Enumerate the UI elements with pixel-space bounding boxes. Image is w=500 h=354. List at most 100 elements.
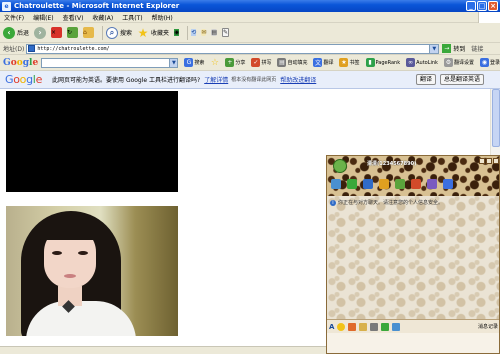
image-icon[interactable]: [370, 322, 379, 331]
message-log-button[interactable]: 消息记录: [478, 323, 498, 330]
google-toolbar-spell[interactable]: ✓ 拼写: [251, 58, 271, 67]
toolbar-divider: [102, 25, 104, 40]
back-label: 后退: [17, 30, 30, 37]
google-item-label: PageRank: [375, 59, 401, 66]
system-message: i 你正在与对方聊天。请注意您的个人信息安全。: [330, 199, 443, 206]
back-arrow-icon: ‹: [3, 26, 15, 39]
avatar[interactable]: [333, 159, 347, 173]
gift-icon[interactable]: [392, 322, 401, 331]
menu-favorites[interactable]: 收藏(A): [92, 13, 113, 22]
edit-icon[interactable]: ✎: [222, 28, 230, 37]
chat-close-button[interactable]: [493, 158, 499, 164]
google-toolbar-settings[interactable]: ⚙ 翻译设置: [443, 58, 474, 67]
google-toolbar-autolink[interactable]: ∞ AutoLink: [406, 58, 438, 67]
chat-maximize-button[interactable]: [486, 158, 492, 164]
home-icon[interactable]: ⌂: [83, 27, 95, 38]
font-icon[interactable]: A: [329, 323, 334, 331]
menu-help[interactable]: 帮助(H): [152, 13, 173, 22]
settings-icon: ⚙: [443, 58, 453, 67]
screenshot-icon[interactable]: [359, 322, 368, 331]
google-item-label: 分享: [235, 60, 246, 66]
magic-emoji-icon[interactable]: [348, 322, 357, 331]
google-toolbar-logo: Google: [3, 57, 39, 68]
menu-view[interactable]: 查看(V): [63, 13, 84, 22]
scrollbar-thumb[interactable]: [492, 89, 500, 147]
google-toolbar-pagerank[interactable]: ▮ PageRank: [365, 58, 401, 67]
menu-edit[interactable]: 编辑(E): [33, 13, 53, 22]
window-titlebar: e Chatroulette - Microsoft Internet Expl…: [0, 0, 500, 12]
chat-minimize-button[interactable]: [479, 158, 485, 164]
system-message-text: 你正在与对方聊天。请注意您的个人信息安全。: [338, 200, 444, 206]
emoji-icon[interactable]: [337, 322, 346, 331]
google-item-label: AutoLink: [416, 59, 438, 66]
google-toolbar-search[interactable]: G 搜索: [184, 58, 204, 67]
google-item-label: 自动填充: [287, 60, 308, 66]
favorites-label: 收藏夹: [151, 30, 170, 37]
chat-message-area[interactable]: i 你正在与对方聊天。请注意您的个人信息安全。: [327, 196, 499, 319]
game-icon[interactable]: [395, 179, 405, 189]
address-bar: 地址(D) http://chatroulette.com/ ▼ → 转到 链接: [0, 43, 500, 55]
more-icon[interactable]: [427, 179, 437, 189]
voice-icon[interactable]: [347, 179, 357, 189]
menu-bar: 文件(F) 编辑(E) 查看(V) 收藏(A) 工具(T) 帮助(H): [0, 12, 500, 23]
app-icon[interactable]: [379, 179, 389, 189]
history-icon[interactable]: ⟲: [191, 29, 197, 36]
translate-bar: Google 此网页可能为英语。要使用 Google 工具栏进行翻译吗? 了解详…: [0, 71, 500, 89]
translate-button[interactable]: 翻译: [416, 74, 437, 85]
translate-icon: 文: [313, 58, 323, 67]
google-search-input[interactable]: ▼: [41, 57, 179, 68]
google-search-dropdown-icon[interactable]: ▼: [169, 58, 178, 67]
google-toolbar-signin[interactable]: ◉ 登录: [479, 58, 500, 67]
always-translate-button[interactable]: 总是翻译英语: [440, 74, 485, 85]
toolbar-divider: [187, 25, 189, 40]
chat-window: 清清(1234567890) i你正在与对方聊天。请注意您的个人信息安全。 A: [326, 155, 500, 354]
webcam-lips: [64, 274, 76, 278]
address-dropdown-icon[interactable]: ▼: [429, 44, 439, 53]
google-item-label: 登录: [489, 60, 500, 66]
menu-file[interactable]: 文件(F): [4, 13, 24, 22]
webcam-bangs: [38, 216, 102, 240]
google-toolbar-bookmark[interactable]: ★ 书签: [339, 58, 360, 67]
google-toolbar-autofill[interactable]: ▤ 自动填充: [277, 58, 307, 67]
search-button[interactable]: ⌕ 搜索: [106, 26, 132, 39]
learn-more-link[interactable]: 了解详情: [204, 75, 228, 84]
music-icon[interactable]: [381, 322, 390, 331]
chat-toolbar: [331, 179, 453, 189]
share-icon[interactable]: [411, 179, 421, 189]
stranger-video: [6, 91, 178, 192]
maximize-button[interactable]: □: [477, 1, 487, 11]
google-logo: Google: [5, 73, 43, 86]
google-toolbar-translate[interactable]: 文 翻译: [313, 58, 333, 67]
favorites-button[interactable]: ★ 收藏夹: [137, 25, 170, 40]
video-icon[interactable]: [331, 179, 341, 189]
file-icon[interactable]: [363, 179, 373, 189]
close-button[interactable]: ×: [488, 1, 498, 11]
ie-icon: e: [2, 1, 11, 11]
chat-input-toolbar: A 消息记录: [327, 319, 499, 333]
settings-icon[interactable]: [443, 179, 453, 189]
page-icon: [28, 45, 36, 52]
window-title: Chatroulette - Microsoft Internet Explor…: [14, 2, 180, 10]
forward-arrow-icon: ›: [34, 26, 47, 39]
go-button[interactable]: → 转到: [442, 44, 465, 53]
mail-icon[interactable]: ✉: [201, 29, 207, 36]
media-icon[interactable]: ◉: [174, 29, 180, 36]
pagerank-icon: ▮: [365, 58, 375, 67]
minimize-button[interactable]: _: [466, 1, 476, 11]
back-button[interactable]: ‹ 后退: [3, 26, 30, 39]
chat-input-field[interactable]: [327, 333, 499, 353]
help-improve-link[interactable]: 帮助改进翻译: [280, 75, 316, 84]
links-button[interactable]: 链接: [471, 44, 483, 53]
menu-tools[interactable]: 工具(T): [122, 13, 142, 22]
forward-button[interactable]: ›: [34, 26, 47, 39]
stop-icon[interactable]: ×: [51, 27, 63, 38]
go-arrow-icon: →: [442, 44, 452, 53]
google-item-label: 翻译: [323, 60, 334, 66]
google-toolbar-share[interactable]: + 分享: [225, 58, 245, 67]
google-toolbar-star[interactable]: ☆: [210, 58, 219, 68]
print-icon[interactable]: ▤: [211, 29, 218, 36]
address-label: 地址(D): [3, 46, 25, 53]
refresh-icon[interactable]: ↻: [67, 27, 79, 38]
address-input[interactable]: http://chatroulette.com/ ▼: [26, 43, 440, 54]
star-icon: ★: [137, 25, 149, 40]
